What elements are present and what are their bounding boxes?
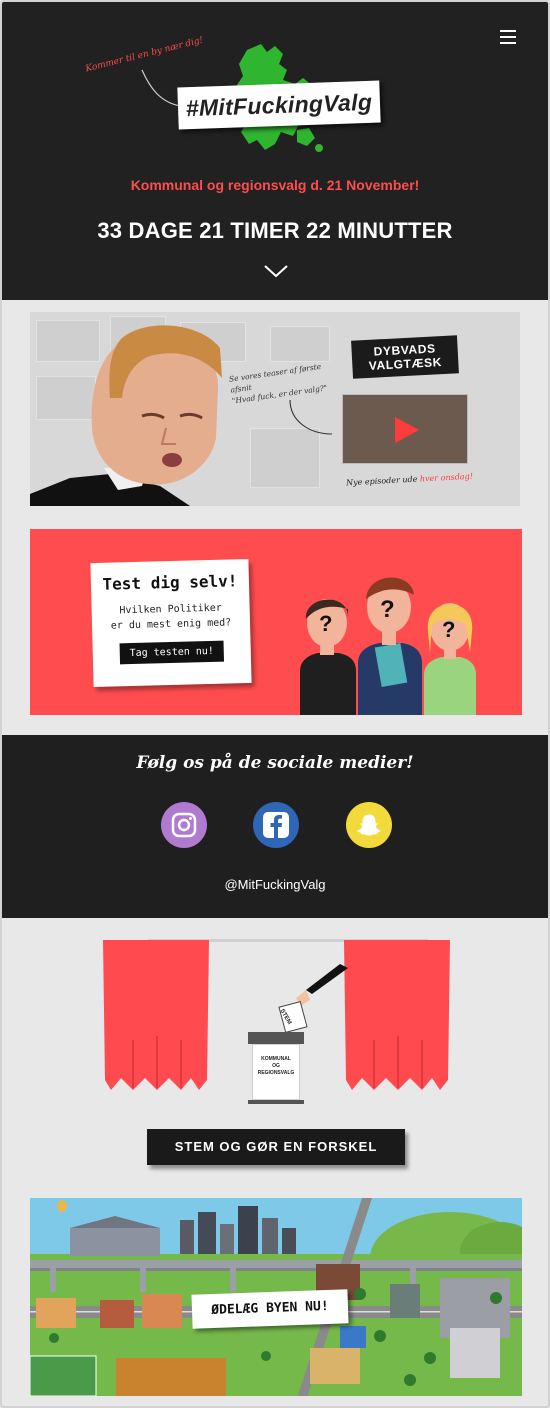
promo-footer: Nye episoder ude hver onsdag! (345, 471, 474, 488)
arrow-doodle-icon (289, 399, 333, 435)
site-logo[interactable]: #MitFuckingValg (177, 80, 381, 130)
facebook-icon[interactable] (253, 802, 299, 848)
ballot-arm-illustration (278, 964, 348, 1034)
svg-text:?: ? (380, 596, 395, 623)
hero-section: Kommer til en by nær dig! #MitFuckingVal… (2, 2, 548, 300)
page-frame: Kommer til en by nær dig! #MitFuckingVal… (0, 0, 550, 1408)
social-title: Følg os på de sociale medier! (136, 753, 414, 773)
snapchat-icon[interactable] (346, 802, 392, 848)
destroy-city-button[interactable]: ØDELÆG BYEN NU! (191, 1289, 349, 1329)
countdown-timer: 33 DAGE 21 TIMER 22 MINUTTER (97, 218, 453, 243)
vote-make-difference-button[interactable]: STEM OG GØR EN FORSKEL (147, 1129, 405, 1165)
instagram-icon[interactable] (161, 802, 207, 848)
svg-text:?: ? (319, 611, 332, 636)
politicians-illustration: ? ? ? (300, 577, 476, 715)
dybvads-valgtaesk-promo[interactable]: DYBVADS VALGTÆSK Se vores teaser af førs… (30, 312, 520, 506)
ballot-box: KOMMUNAL OG REGIONSVALG (248, 1032, 304, 1104)
chevron-down-icon[interactable] (263, 264, 289, 278)
curtain-left (103, 940, 209, 1090)
take-quiz-button[interactable]: Tag testen nu! (119, 640, 225, 665)
arrow-doodle-icon (141, 69, 181, 107)
curtain-right (344, 940, 450, 1090)
election-date-text: Kommunal og regionsvalg d. 21 November! (130, 177, 420, 193)
quiz-title: Test dig selv! (102, 571, 238, 594)
promo-title: DYBVADS VALGTÆSK (351, 335, 459, 379)
host-photo (30, 325, 222, 506)
politician-quiz-banner[interactable]: Test dig selv! Hvilken Politiker er du m… (30, 529, 522, 715)
quiz-card: Test dig selv! Hvilken Politiker er du m… (90, 558, 252, 688)
logo-text: #MitFuckingValg (185, 88, 373, 121)
svg-text:?: ? (442, 617, 455, 642)
video-thumbnail[interactable] (342, 394, 468, 464)
social-handle-link[interactable]: @MitFuckingValg (2, 877, 548, 892)
quiz-question: Hvilken Politiker er du mest enig med? (110, 602, 232, 632)
hamburger-icon[interactable] (500, 30, 516, 44)
play-icon[interactable] (395, 417, 419, 443)
social-media-section: Følg os på de sociale medier! @MitFuckin… (2, 735, 548, 918)
destroy-city-banner[interactable]: ØDELÆG BYEN NU! (30, 1198, 522, 1396)
